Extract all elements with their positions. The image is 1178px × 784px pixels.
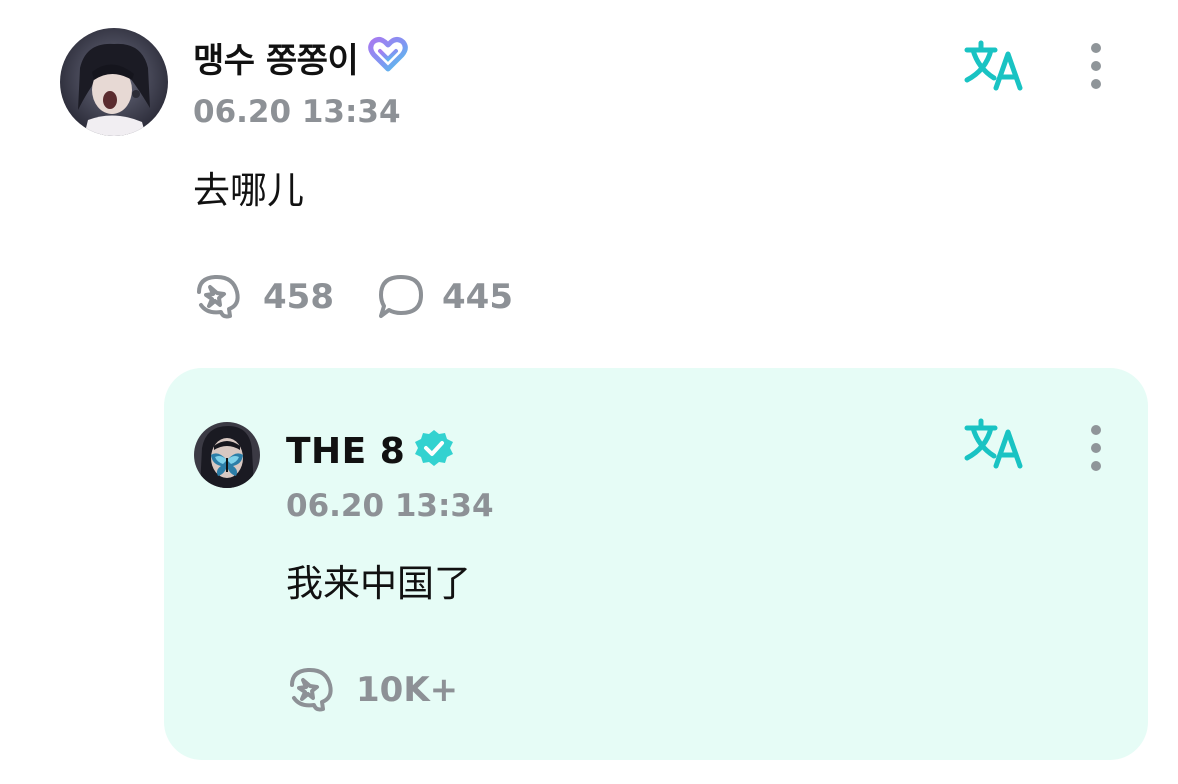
more-vertical-icon [1091,425,1101,435]
translate-icon [964,418,1023,469]
author-row: THE 8 [286,426,455,476]
like-count: 10K+ [356,670,459,710]
comment-icon [379,275,423,318]
like-count: 458 [263,277,334,317]
avatar[interactable] [194,422,260,488]
reply-text: 我来中国了 [286,562,471,605]
artist-reply-card: THE 8 06.20 13:34 我来中国了 10K+ [164,368,1148,760]
more-options-button[interactable] [1081,36,1111,96]
author-name[interactable]: 맹수 쫑쫑이 [193,33,359,82]
post-text: 去哪儿 [193,169,304,212]
heart-badge-icon [366,35,410,79]
avatar[interactable] [60,28,168,136]
comment-button[interactable]: 445 [376,272,513,322]
cheer-icon [290,667,333,712]
translate-icon [964,40,1023,91]
post: 맹수 쫑쫑이 06.20 13:34 去哪儿 458 445 [0,0,1178,360]
like-button[interactable]: 10K+ [286,665,458,715]
comment-count: 445 [442,277,513,317]
verified-badge-icon [413,428,455,474]
like-button[interactable]: 458 [193,272,334,322]
more-vertical-icon [1091,43,1101,53]
post-timestamp: 06.20 13:34 [193,94,401,130]
translate-button[interactable] [962,38,1026,94]
cheer-icon [197,274,240,319]
author-name[interactable]: THE 8 [286,431,405,472]
more-options-button[interactable] [1081,418,1111,478]
reply-timestamp: 06.20 13:34 [286,488,494,524]
translate-button[interactable] [962,416,1026,472]
author-row: 맹수 쫑쫑이 [193,32,410,82]
